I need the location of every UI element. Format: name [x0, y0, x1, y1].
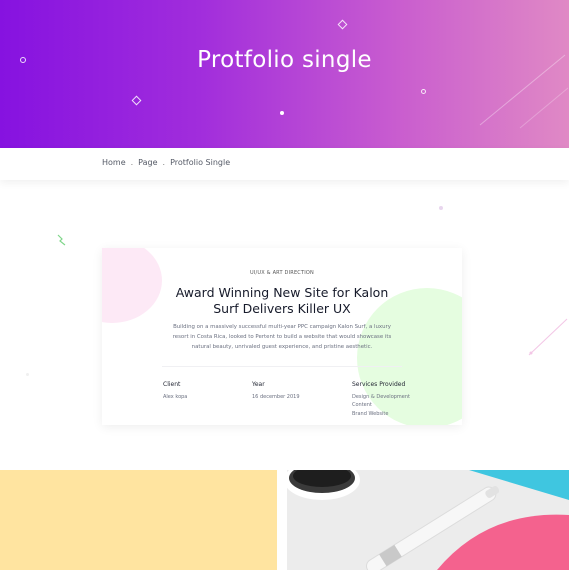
year-value: 16 december 2019	[252, 393, 300, 400]
project-title-line: Award Winning New Site for Kalon	[175, 285, 389, 300]
year-label: Year	[252, 381, 265, 388]
service-item: Content	[352, 402, 372, 408]
breadcrumb-home-link[interactable]: Home	[102, 158, 126, 167]
client-label: Client	[163, 381, 181, 388]
client-value: Alex kopa	[163, 393, 188, 400]
project-category: UI/UX & ART DIRECTION	[249, 270, 314, 276]
services-label: Services Provided	[352, 381, 406, 388]
gallery-tile-pen-photo[interactable]	[287, 470, 569, 570]
project-title: Award Winning New Site for Kalon Surf De…	[162, 285, 402, 317]
line-decoration	[528, 318, 568, 356]
dot-decoration	[439, 206, 443, 210]
diamond-decoration	[131, 95, 142, 106]
pink-blob	[102, 248, 162, 323]
dot-decoration	[26, 373, 29, 376]
services-meta: Services Provided Design & Development C…	[352, 381, 410, 418]
year-meta: Year 16 december 2019	[252, 381, 300, 401]
project-description: Building on a massively successful multi…	[172, 324, 392, 350]
ring-decoration	[421, 89, 426, 94]
hero-banner: Protfolio single	[0, 0, 569, 148]
divider	[162, 366, 402, 367]
client-meta: Client Alex kopa	[163, 381, 187, 401]
page-title: Protfolio single	[197, 47, 372, 73]
pen-photo-illustration	[287, 470, 569, 570]
project-title-line: Surf Delivers Killer UX	[213, 301, 351, 316]
breadcrumb-separator: .	[130, 158, 134, 167]
gallery-tile-yellow[interactable]	[0, 470, 277, 570]
breadcrumb-page-link[interactable]: Page	[138, 158, 157, 167]
breadcrumb-bar: Home. Page. Protfolio Single	[0, 148, 569, 180]
breadcrumb-separator: .	[162, 158, 166, 167]
breadcrumb-current: Protfolio Single	[170, 158, 231, 167]
service-item: Brand Website	[352, 410, 389, 417]
dot-decoration	[280, 111, 284, 115]
service-item: Design & Development	[352, 393, 411, 400]
squiggle-decoration	[57, 234, 66, 246]
project-card: UI/UX & ART DIRECTION Award Winning New …	[102, 248, 462, 425]
breadcrumb: Home. Page. Protfolio Single	[102, 158, 230, 167]
diamond-decoration	[337, 19, 348, 30]
